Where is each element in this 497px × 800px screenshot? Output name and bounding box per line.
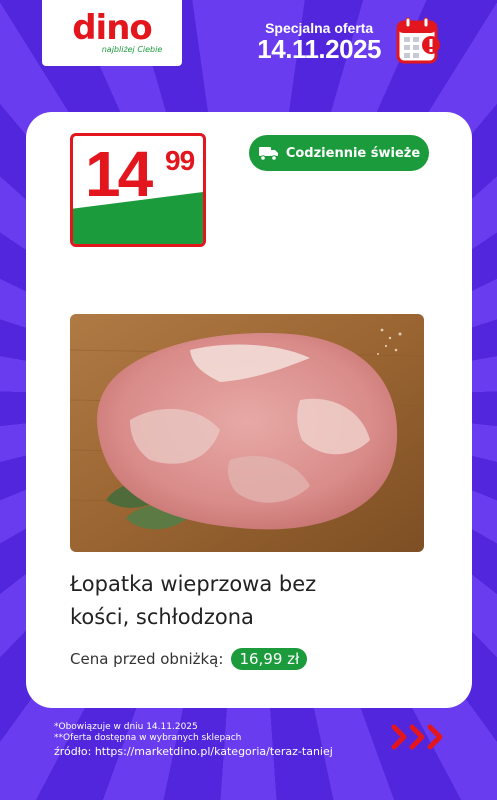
truck-icon [258, 147, 278, 161]
footer-note-2: **Oferta dostępna w wybranych sklepach [54, 733, 242, 743]
product-name-line1: Łopatka wieprzowa bez [70, 572, 317, 596]
fresh-badge: Codziennie świeże [249, 135, 429, 171]
brand-name: dino [72, 7, 153, 48]
price-cents: 99 [165, 145, 195, 176]
footer-note-1: *Obowiązuje w dniu 14.11.2025 [54, 722, 198, 732]
product-image [70, 314, 424, 552]
previous-price-label: Cena przed obniżką: [70, 650, 224, 668]
price-tag: 14 99 [70, 133, 206, 247]
fresh-badge-label: Codziennie świeże [285, 145, 421, 161]
footer-notes: *Obowiązuje w dniu 14.11.2025 **Oferta d… [54, 722, 333, 760]
special-offer: Specjalna oferta 14.11.2025 [257, 20, 381, 62]
next-arrows-icon[interactable] [388, 722, 452, 752]
price-whole: 14 [85, 138, 153, 210]
footer-source[interactable]: źródło: https://marketdino.pl/kategoria/… [54, 744, 333, 760]
dino-logo[interactable]: dino najbliżej Ciebie [42, 0, 182, 66]
previous-price: Cena przed obniżką: 16,99 zł [70, 648, 308, 670]
brand-tagline: najbliżej Ciebie [101, 44, 163, 54]
product-name-line2: kości, schłodzona [70, 605, 254, 629]
offer-date: 14.11.2025 [257, 34, 381, 64]
previous-price-value: 16,99 zł [231, 648, 308, 670]
product-name: Łopatka wieprzowa bez kości, schłodzona [70, 568, 430, 634]
calendar-icon [396, 17, 440, 64]
